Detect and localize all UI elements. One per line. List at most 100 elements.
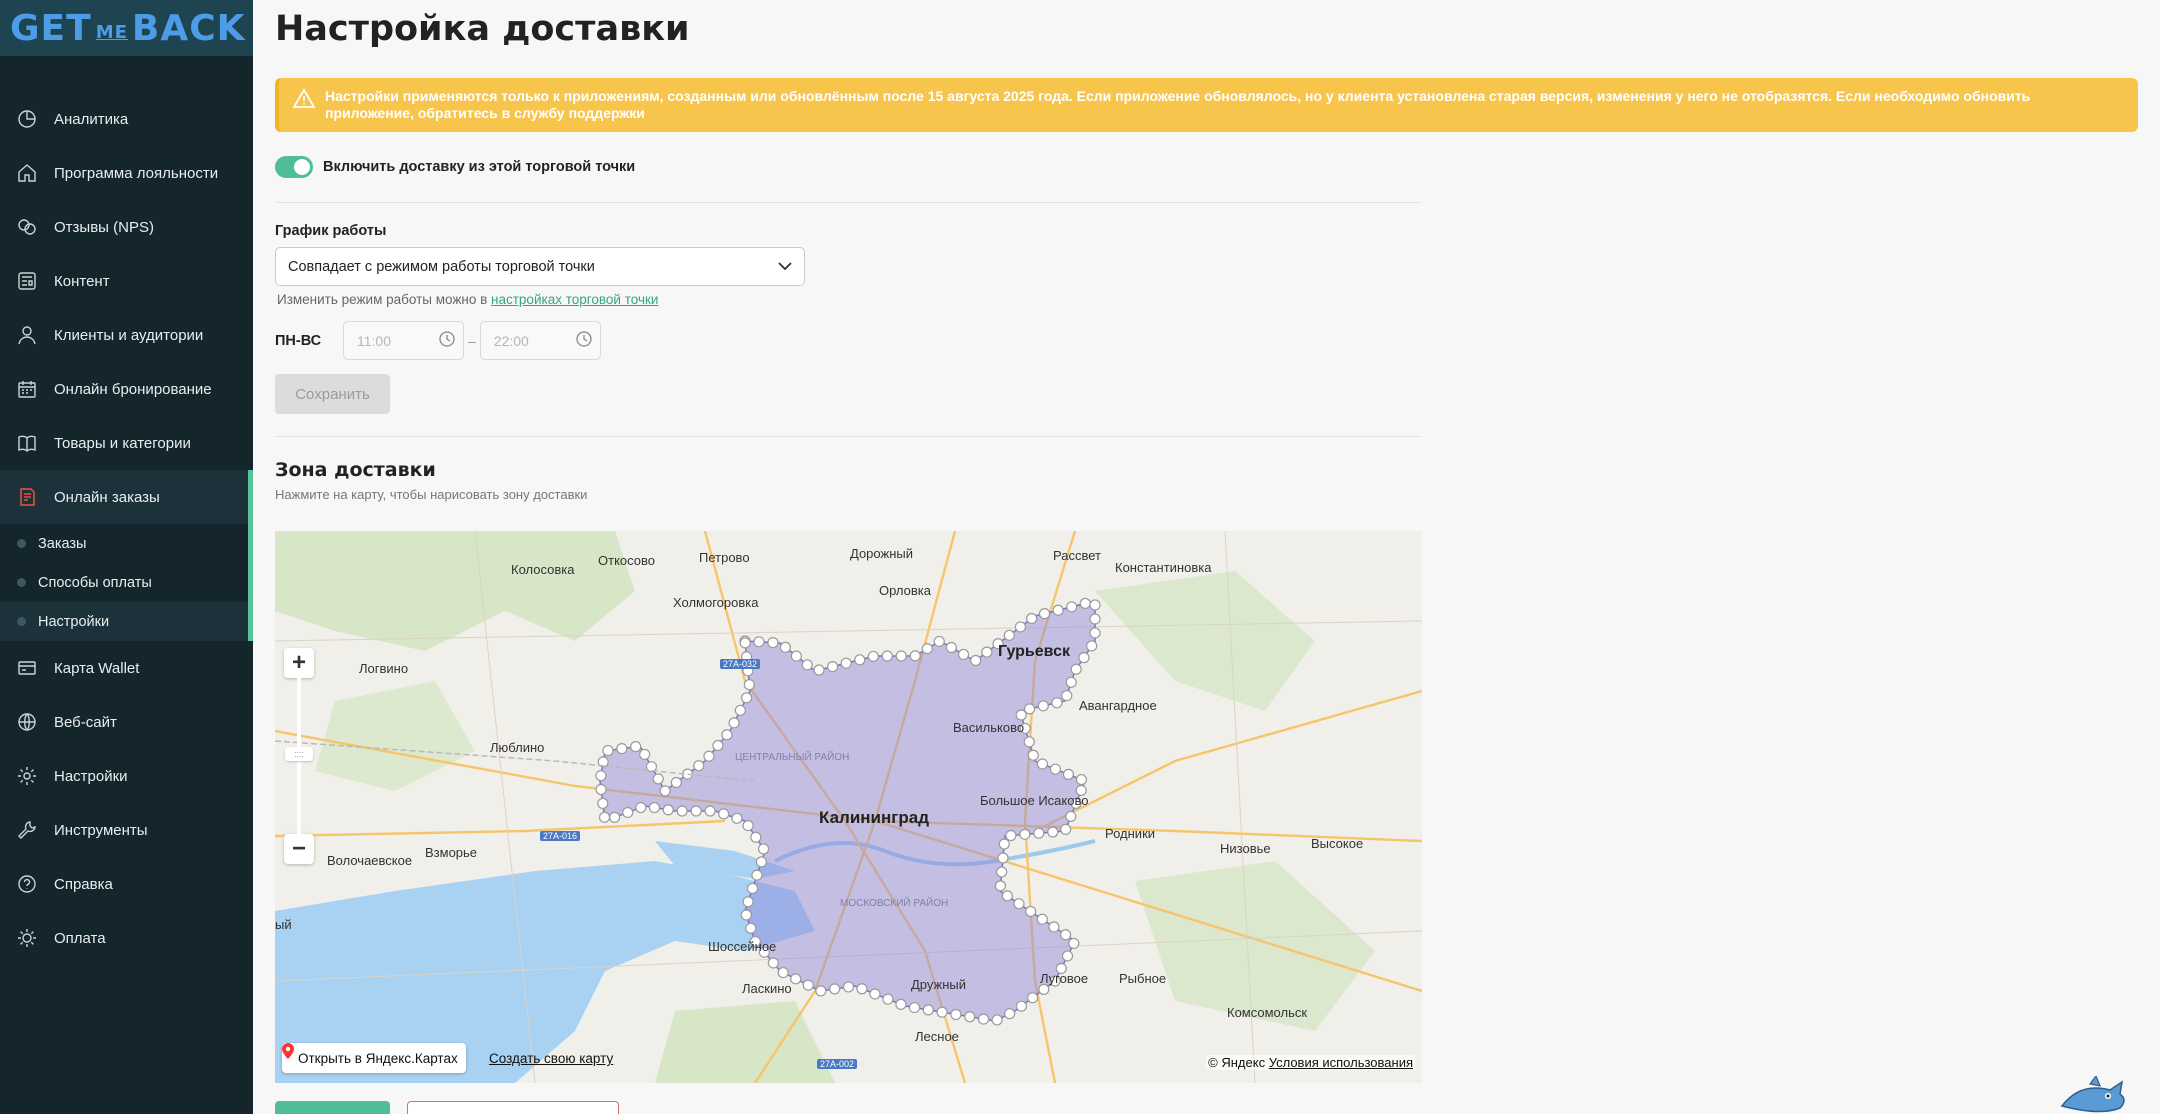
zone-vertex-handle[interactable] xyxy=(662,804,674,816)
zone-vertex-handle[interactable] xyxy=(895,650,907,662)
zone-vertex-handle[interactable] xyxy=(1025,905,1037,918)
zone-vertex-handle[interactable] xyxy=(1060,823,1072,836)
sidebar-item-online-orders[interactable]: Онлайн заказы xyxy=(0,470,253,524)
zone-vertex-handle[interactable] xyxy=(609,811,621,823)
sidebar-item-settings[interactable]: Настройки xyxy=(0,749,253,803)
zone-vertex-handle[interactable] xyxy=(1003,629,1015,641)
zone-vertex-handle[interactable] xyxy=(757,843,770,855)
zone-vertex-handle[interactable] xyxy=(690,805,702,817)
zone-vertex-handle[interactable] xyxy=(1075,773,1088,786)
save-button[interactable]: Сохранить xyxy=(275,374,390,414)
zone-vertex-handle[interactable] xyxy=(991,1014,1003,1026)
zone-vertex-handle[interactable] xyxy=(1027,749,1039,761)
zone-vertex-handle[interactable] xyxy=(867,650,879,663)
zone-vertex-handle[interactable] xyxy=(652,773,664,785)
zone-vertex-handle[interactable] xyxy=(602,744,614,757)
zone-vertex-handle[interactable] xyxy=(630,741,642,753)
zoom-in-button[interactable]: + xyxy=(284,648,314,678)
delivery-map[interactable]: Колосовка Откосово Петрово Дорожный Расс… xyxy=(275,531,1422,1083)
zone-vertex-handle[interactable] xyxy=(753,636,765,648)
zone-vertex-handle[interactable] xyxy=(721,729,733,741)
zone-vertex-handle[interactable] xyxy=(895,998,907,1010)
zone-vertex-handle[interactable] xyxy=(1066,601,1078,613)
zone-vertex-handle[interactable] xyxy=(767,636,779,649)
zone-vertex-handle[interactable] xyxy=(742,819,754,832)
zone-vertex-handle[interactable] xyxy=(1014,621,1027,633)
zone-vertex-handle[interactable] xyxy=(1078,652,1090,664)
zone-vertex-handle[interactable] xyxy=(670,776,682,789)
zone-vertex-handle[interactable] xyxy=(622,806,634,819)
zone-vertex-handle[interactable] xyxy=(840,657,852,669)
zoom-slider[interactable]: :::: xyxy=(285,678,313,834)
sidebar-item-nps[interactable]: Отзывы (NPS) xyxy=(0,200,253,254)
zone-vertex-handle[interactable] xyxy=(994,880,1007,892)
zone-vertex-handle[interactable] xyxy=(1047,826,1059,838)
zone-vertex-handle[interactable] xyxy=(1061,950,1074,962)
zone-vertex-handle[interactable] xyxy=(1004,1008,1016,1020)
zone-vertex-handle[interactable] xyxy=(881,650,893,662)
zone-vertex-handle[interactable] xyxy=(826,661,839,673)
zone-vertex-handle[interactable] xyxy=(734,704,746,716)
zone-vertex-handle[interactable] xyxy=(996,866,1008,878)
zone-vertex-handle[interactable] xyxy=(802,979,814,991)
sidebar-subitem-settings[interactable]: Настройки xyxy=(0,602,248,641)
zone-vertex-handle[interactable] xyxy=(779,641,792,653)
zone-vertex-handle[interactable] xyxy=(1068,937,1080,950)
zone-vertex-handle[interactable] xyxy=(635,801,647,814)
store-settings-link[interactable]: настройках торговой точки xyxy=(491,292,658,307)
sidebar-item-analytics[interactable]: Аналитика xyxy=(0,92,253,146)
sidebar-item-content[interactable]: Контент xyxy=(0,254,253,308)
bottom-secondary-button[interactable] xyxy=(407,1101,619,1114)
zone-vertex-handle[interactable] xyxy=(1070,663,1082,675)
open-in-yandex-maps-button[interactable]: Открыть в Яндекс.Картах xyxy=(282,1043,466,1073)
zone-vertex-handle[interactable] xyxy=(597,797,609,810)
zone-vertex-handle[interactable] xyxy=(790,650,802,662)
bottom-primary-button[interactable] xyxy=(275,1101,390,1114)
zone-vertex-handle[interactable] xyxy=(908,1001,921,1014)
zone-vertex-handle[interactable] xyxy=(882,993,894,1005)
zone-vertex-handle[interactable] xyxy=(767,957,779,969)
zone-vertex-handle[interactable] xyxy=(755,856,767,868)
zone-vertex-handle[interactable] xyxy=(950,1008,962,1021)
zone-vertex-handle[interactable] xyxy=(1048,921,1060,933)
zone-vertex-handle[interactable] xyxy=(815,985,827,997)
zone-vertex-handle[interactable] xyxy=(1038,608,1051,620)
zone-vertex-handle[interactable] xyxy=(922,1004,934,1016)
zone-vertex-handle[interactable] xyxy=(981,646,993,658)
zone-vertex-handle[interactable] xyxy=(740,909,752,921)
logo[interactable]: GET ME BACK xyxy=(0,0,253,56)
zone-vertex-handle[interactable] xyxy=(676,805,688,817)
zone-vertex-handle[interactable] xyxy=(1089,627,1101,639)
zone-vertex-handle[interactable] xyxy=(731,812,743,824)
sidebar-item-wallet[interactable]: Карта Wallet xyxy=(0,641,253,695)
zone-vertex-handle[interactable] xyxy=(712,739,724,752)
terms-of-use-link[interactable]: Условия использования xyxy=(1269,1055,1413,1070)
time-to-input[interactable]: 22:00 xyxy=(479,321,601,360)
zone-vertex-handle[interactable] xyxy=(1005,829,1017,842)
zone-vertex-handle[interactable] xyxy=(703,750,715,762)
sidebar-item-help[interactable]: Справка xyxy=(0,857,253,911)
sidebar-item-website[interactable]: Веб-сайт xyxy=(0,695,253,749)
zone-vertex-handle[interactable] xyxy=(1065,676,1077,688)
sidebar-item-booking[interactable]: Онлайн бронирование xyxy=(0,362,253,416)
sidebar-subitem-orders[interactable]: Заказы xyxy=(0,524,248,563)
zone-vertex-handle[interactable] xyxy=(1013,898,1025,910)
zone-vertex-handle[interactable] xyxy=(1023,736,1035,748)
zone-vertex-handle[interactable] xyxy=(869,988,881,1000)
zone-vertex-handle[interactable] xyxy=(1086,640,1098,652)
sidebar-item-loyalty[interactable]: Программа лояльности xyxy=(0,146,253,200)
zone-vertex-handle[interactable] xyxy=(1019,828,1031,840)
zone-vertex-handle[interactable] xyxy=(945,641,957,654)
zone-vertex-handle[interactable] xyxy=(639,748,651,761)
support-chat-button[interactable] xyxy=(2060,1074,2130,1114)
zone-vertex-handle[interactable] xyxy=(964,1011,976,1023)
zone-vertex-handle[interactable] xyxy=(1036,913,1048,925)
zone-vertex-handle[interactable] xyxy=(1001,890,1013,902)
zone-vertex-handle[interactable] xyxy=(1051,697,1063,709)
zone-vertex-handle[interactable] xyxy=(1015,709,1027,721)
zone-vertex-handle[interactable] xyxy=(751,869,763,881)
sidebar-item-payment[interactable]: Оплата xyxy=(0,911,253,965)
zone-vertex-handle[interactable] xyxy=(1061,689,1073,702)
zone-vertex-handle[interactable] xyxy=(1052,604,1064,616)
zone-vertex-handle[interactable] xyxy=(1089,613,1101,625)
